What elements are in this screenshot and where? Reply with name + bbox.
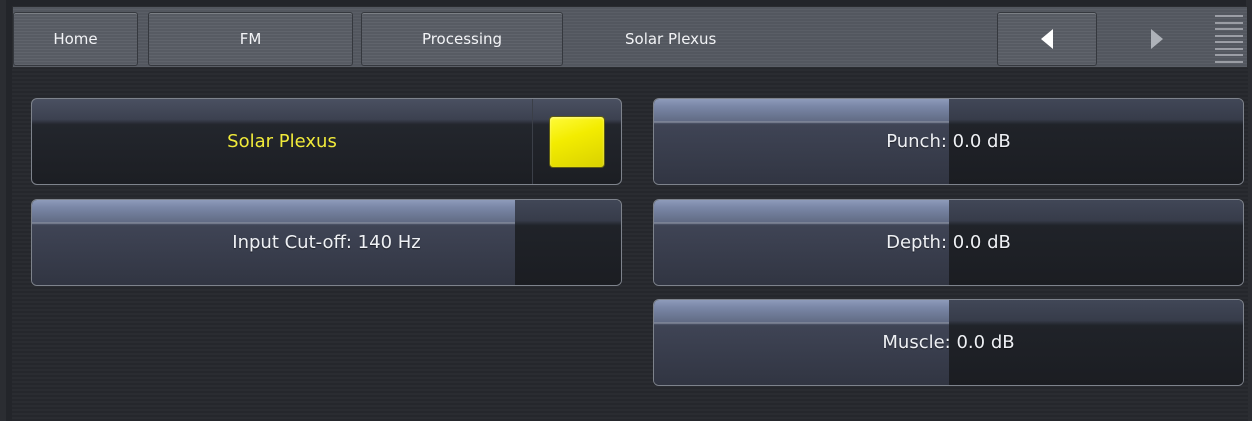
input-cutoff-control[interactable]: Input Cut-off: 140 Hz	[31, 199, 622, 286]
muscle-control[interactable]: Muscle: 0.0 dB	[653, 299, 1244, 386]
input-cutoff-label: Input Cut-off: 140 Hz	[232, 232, 421, 253]
forward-button[interactable]	[1107, 12, 1207, 66]
tab-fm-label: FM	[239, 30, 262, 48]
depth-control[interactable]: Depth: 0.0 dB	[653, 199, 1244, 286]
tab-home-label: Home	[53, 30, 98, 48]
current-page-title: Solar Plexus	[625, 30, 717, 48]
hamburger-menu-icon[interactable]	[1215, 15, 1243, 63]
right-triangle-icon	[1151, 29, 1163, 49]
depth-label: Depth: 0.0 dB	[886, 232, 1011, 253]
top-navigation-bar: Home FM Processing Solar Plexus	[12, 6, 1248, 68]
tab-processing[interactable]: Processing	[361, 12, 563, 66]
punch-label: Punch: 0.0 dB	[886, 131, 1011, 152]
breadcrumb-current: Solar Plexus	[625, 12, 716, 66]
tab-home[interactable]: Home	[13, 12, 138, 66]
solar-plexus-label: Solar Plexus	[227, 131, 337, 152]
divider	[532, 99, 533, 184]
tab-fm[interactable]: FM	[148, 12, 353, 66]
muscle-label: Muscle: 0.0 dB	[882, 332, 1015, 353]
status-led-indicator	[549, 116, 605, 168]
tab-processing-label: Processing	[421, 30, 503, 48]
processing-panel: Solar Plexus Input Cut-off: 140 Hz Punch…	[12, 68, 1248, 421]
app-window: Home FM Processing Solar Plexus Solar Pl…	[0, 0, 1252, 421]
solar-plexus-toggle[interactable]: Solar Plexus	[31, 98, 622, 185]
left-triangle-icon	[1041, 29, 1053, 49]
punch-control[interactable]: Punch: 0.0 dB	[653, 98, 1244, 185]
back-button[interactable]	[997, 12, 1097, 66]
